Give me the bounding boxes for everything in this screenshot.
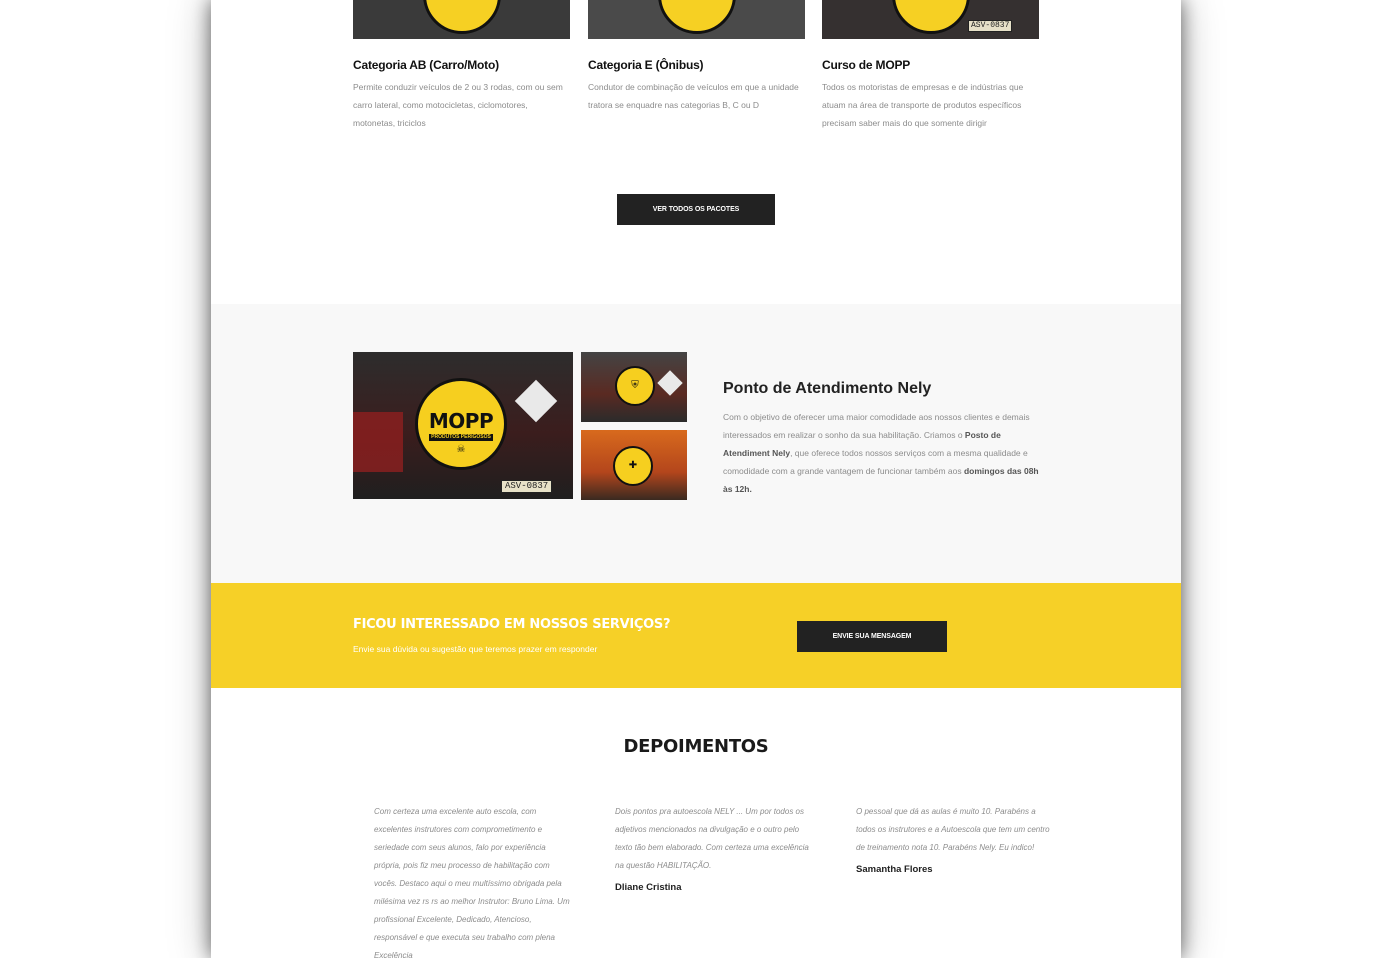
testimonial-item: O pessoal que dá as aulas é muito 10. Pa… xyxy=(856,803,1052,875)
plate-label: ASV-0837 xyxy=(501,480,553,493)
hazard-sign-icon xyxy=(514,379,558,423)
about-title: Ponto de Atendimento Nely xyxy=(723,380,932,397)
package-description: Todos os motoristas de empresas e de ind… xyxy=(822,82,1024,128)
package-title[interactable]: Categoria AB (Carro/Moto) xyxy=(353,58,570,72)
package-title[interactable]: Categoria E (Ônibus) xyxy=(588,58,805,72)
hazard-sign-icon xyxy=(657,370,683,396)
cta-title: FICOU INTERESSADO EM NOSSOS SERVIÇOS? xyxy=(353,617,671,632)
package-title[interactable]: Curso de MOPP xyxy=(822,58,1039,72)
badge-icon xyxy=(422,0,501,34)
package-card-mopp[interactable]: ASV-0837 Curso de MOPP Todos os motorist… xyxy=(822,0,1039,132)
bus-image: ✚ xyxy=(581,430,687,500)
about-section: MOPP PRODUTOS PERIGOSOS ☠ ASV-0837 ⛨ ✚ P… xyxy=(211,304,1181,583)
testimonial-author: Dliane Cristina xyxy=(615,882,682,893)
package-image[interactable]: ASV-0837 xyxy=(822,0,1039,39)
package-card-ab[interactable]: Categoria AB (Carro/Moto) Permite conduz… xyxy=(353,0,570,132)
testimonial-quote: Dois pontos pra autoescola NELY ... Um p… xyxy=(615,807,809,870)
package-card-e[interactable]: Categoria E (Ônibus) Condutor de combina… xyxy=(588,0,805,114)
mopp-truck-small-image: ⛨ xyxy=(581,352,687,422)
plate-label: ASV-0837 xyxy=(968,20,1013,32)
first-aid-badge-icon: ✚ xyxy=(613,446,653,486)
cta-banner: FICOU INTERESSADO EM NOSSOS SERVIÇOS? En… xyxy=(211,583,1181,688)
view-all-packages-button[interactable]: VER TODOS OS PACOTES xyxy=(617,194,775,225)
testimonial-item: Com certeza uma excelente auto escola, c… xyxy=(374,803,570,958)
package-description: Permite conduzir veículos de 2 ou 3 roda… xyxy=(353,82,563,128)
testimonial-author: Samantha Flores xyxy=(856,864,933,875)
send-message-button[interactable]: ENVIE SUA MENSAGEM xyxy=(797,621,947,652)
about-text: Com o objetivo de oferecer uma maior com… xyxy=(723,408,1043,498)
package-image[interactable] xyxy=(353,0,570,39)
badge-icon xyxy=(657,0,736,34)
mopp-badge-text: MOPP xyxy=(428,409,494,433)
truck-lights-icon xyxy=(353,412,403,472)
mopp-badge-subtext: PRODUTOS PERIGOSOS xyxy=(429,434,493,441)
skull-icon: ☠ xyxy=(456,444,466,455)
testimonial-quote: O pessoal que dá as aulas é muito 10. Pa… xyxy=(856,807,1050,852)
package-description: Condutor de combinação de veículos em qu… xyxy=(588,82,799,110)
badge-icon xyxy=(891,0,970,34)
testimonial-item: Dois pontos pra autoescola NELY ... Um p… xyxy=(615,803,811,893)
package-image[interactable] xyxy=(588,0,805,39)
cta-subtitle: Envie sua dúvida ou sugestão que teremos… xyxy=(353,644,598,654)
shield-badge-icon: ⛨ xyxy=(615,366,655,406)
testimonial-quote: Com certeza uma excelente auto escola, c… xyxy=(374,807,570,958)
mopp-truck-image: MOPP PRODUTOS PERIGOSOS ☠ ASV-0837 xyxy=(353,352,573,499)
mopp-badge-icon: MOPP PRODUTOS PERIGOSOS ☠ xyxy=(415,378,507,470)
page-container: Categoria AB (Carro/Moto) Permite conduz… xyxy=(211,0,1181,958)
testimonials-title: DEPOIMENTOS xyxy=(623,736,769,757)
